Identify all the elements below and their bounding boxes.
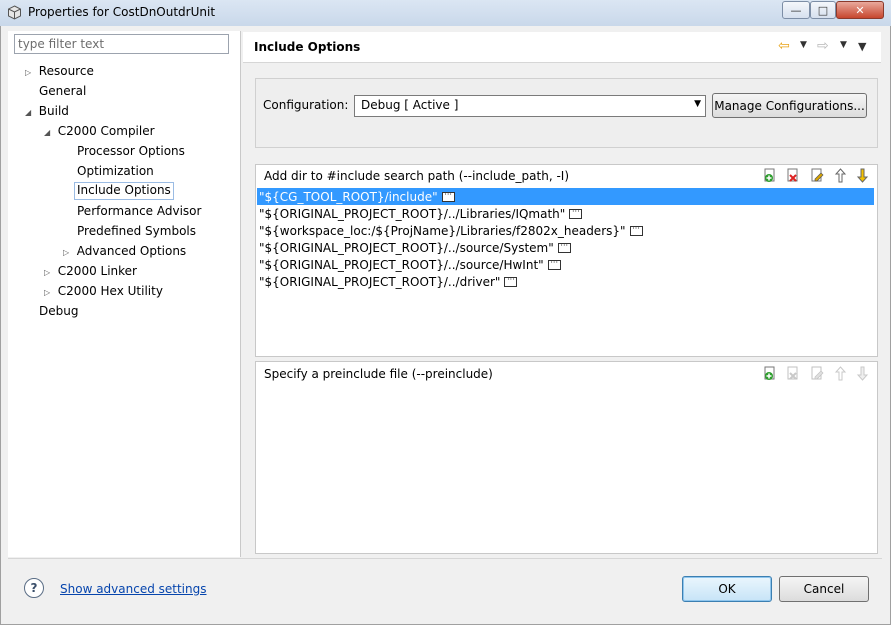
maximize-icon: □ [817,3,829,17]
tree-item-label: Resource [38,64,94,78]
more-icon[interactable]: ··· [569,207,583,219]
ok-button[interactable]: OK [682,576,772,602]
window-title: Properties for CostDnOutdrUnit [28,5,216,19]
edit-icon[interactable] [810,168,825,187]
expand-icon[interactable]: ▷ [63,248,69,257]
page-title: Include Options [254,40,361,54]
list-item-text: "${ORIGINAL_PROJECT_ROOT}/../driver" [259,274,501,289]
move-down-icon[interactable] [855,366,870,385]
tree-item-resource[interactable]: ▷ Resource [25,64,94,78]
preinclude-panel [255,361,878,554]
tree-item-debug[interactable]: Debug [39,304,78,318]
list-item-text: "${workspace_loc:/${ProjName}/Libraries/… [259,223,626,238]
filter-input[interactable]: type filter text [14,34,229,54]
more-icon[interactable]: ··· [441,190,455,202]
tree-item-advanced-options[interactable]: ▷ Advanced Options [63,244,186,258]
list-item[interactable]: "${CG_TOOL_ROOT}/include" ··· [257,188,874,205]
list-item-text: "${ORIGINAL_PROJECT_ROOT}/../source/Syst… [259,240,554,255]
forward-arrow-icon[interactable]: ⇨ [817,38,829,54]
edit-icon[interactable] [810,366,825,385]
collapse-icon[interactable]: ◢ [25,108,31,117]
properties-window-icon [7,5,22,20]
list-item[interactable]: "${ORIGINAL_PROJECT_ROOT}/../Libraries/I… [257,205,583,222]
preinclude-title: Specify a preinclude file (--preinclude) [264,367,493,381]
tree-item-optimization[interactable]: Optimization [77,164,154,178]
expand-icon[interactable]: ▷ [25,68,31,77]
move-down-icon[interactable] [855,168,870,187]
more-icon[interactable]: ··· [557,241,571,253]
tree-item-label: Include Options [77,183,171,197]
tree-item-processor-options[interactable]: Processor Options [77,144,185,158]
chevron-down-icon: ▼ [694,99,701,109]
forward-dropdown-icon[interactable]: ▼ [840,40,847,50]
tree-item-include-options[interactable]: Include Options [74,182,174,200]
tree-item-label: General [39,84,87,98]
move-up-icon[interactable] [833,366,848,385]
list-item[interactable]: "${ORIGINAL_PROJECT_ROOT}/../source/HwIn… [257,256,561,273]
more-icon[interactable]: ··· [629,224,643,236]
tree-item-build[interactable]: ◢ Build [25,104,69,118]
close-button[interactable]: ✕ [836,1,884,19]
list-item-text: "${CG_TOOL_ROOT}/include" [259,189,438,204]
add-icon[interactable] [763,366,778,385]
tree-item-performance-advisor[interactable]: Performance Advisor [77,204,201,218]
configuration-label: Configuration: [263,98,349,112]
collapse-icon[interactable]: ◢ [44,128,50,137]
expand-icon[interactable]: ▷ [44,288,50,297]
include-path-title: Add dir to #include search path (--inclu… [264,169,570,183]
maximize-button[interactable]: □ [810,1,836,19]
list-item-text: "${ORIGINAL_PROJECT_ROOT}/../source/HwIn… [259,257,544,272]
list-item-text: "${ORIGINAL_PROJECT_ROOT}/../Libraries/I… [259,206,566,221]
tree-item-label: C2000 Compiler [57,124,155,138]
back-arrow-icon[interactable]: ⇦ [778,38,790,54]
tree-item-label: Debug [39,304,79,318]
list-item[interactable]: "${ORIGINAL_PROJECT_ROOT}/../source/Syst… [257,239,571,256]
tree-item-label: C2000 Hex Utility [57,284,163,298]
tree-item-label: C2000 Linker [57,264,137,278]
tree-item-c2000-linker[interactable]: ▷ C2000 Linker [44,264,137,278]
tree-item-c2000-hex-utility[interactable]: ▷ C2000 Hex Utility [44,284,163,298]
show-advanced-settings-link[interactable]: Show advanced settings [60,582,207,596]
minimize-button[interactable]: — [782,1,810,19]
cancel-button[interactable]: Cancel [779,576,869,602]
configuration-select[interactable]: Debug [ Active ] ▼ [354,95,706,117]
tree-item-predefined-symbols[interactable]: Predefined Symbols [77,224,196,238]
tree-item-label: Optimization [77,164,154,178]
more-icon[interactable]: ··· [504,275,518,287]
manage-configurations-button[interactable]: Manage Configurations... [712,93,867,118]
tree-item-label: Advanced Options [76,244,187,258]
more-icon[interactable]: ··· [547,258,561,270]
back-dropdown-icon[interactable]: ▼ [800,40,807,50]
help-icon[interactable]: ? [24,578,44,598]
tree-item-label: Predefined Symbols [77,224,197,238]
move-up-icon[interactable] [833,168,848,187]
delete-icon[interactable] [786,168,801,187]
delete-icon[interactable] [786,366,801,385]
tree-item-label: Processor Options [77,144,185,158]
tree-item-general[interactable]: General [39,84,86,98]
expand-icon[interactable]: ▷ [44,268,50,277]
minimize-icon: — [790,3,802,17]
list-item[interactable]: "${workspace_loc:/${ProjName}/Libraries/… [257,222,643,239]
list-item[interactable]: "${ORIGINAL_PROJECT_ROOT}/../driver" ··· [257,273,518,290]
tree-item-label: Performance Advisor [77,204,202,218]
add-icon[interactable] [763,168,778,187]
configuration-selected-value: Debug [ Active ] [361,98,459,112]
tree-item-label: Build [38,104,69,118]
close-icon: ✕ [855,3,865,17]
view-menu-icon[interactable]: ▼ [858,40,866,53]
tree-item-c2000-compiler[interactable]: ◢ C2000 Compiler [44,124,155,138]
